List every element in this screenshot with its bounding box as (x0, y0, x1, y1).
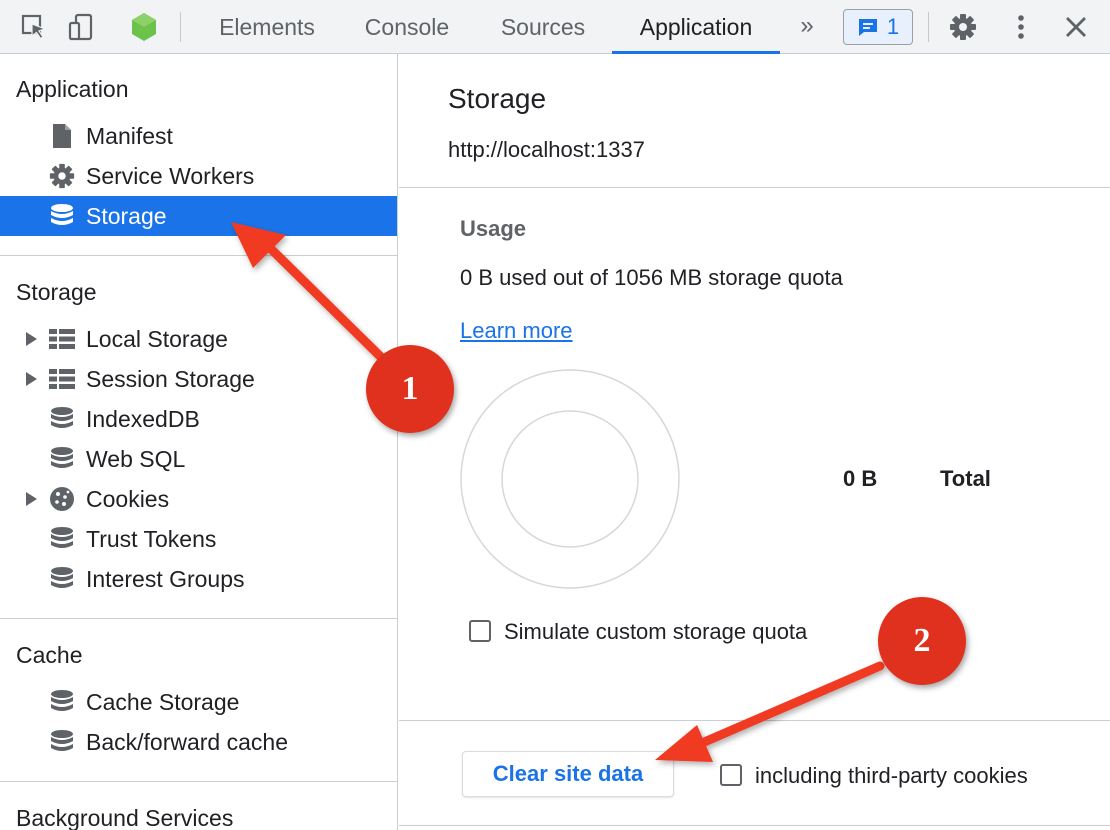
section-divider (0, 781, 397, 782)
section-title-storage: Storage (16, 279, 97, 305)
sidebar-item-back-forward-cache[interactable]: Back/forward cache (0, 722, 397, 762)
node-icon[interactable] (126, 9, 162, 45)
toolbar-separator (928, 12, 929, 42)
toolbar-separator (180, 12, 181, 42)
table-grid-icon (48, 365, 76, 393)
database-icon (48, 202, 76, 230)
database-icon (48, 728, 76, 756)
database-icon (48, 525, 76, 553)
message-icon (858, 19, 877, 36)
sidebar-item-indexeddb[interactable]: IndexedDB (0, 399, 397, 439)
expand-arrow-icon[interactable] (26, 492, 37, 506)
sidebar-item-label: Local Storage (86, 325, 228, 352)
section-title-cache: Cache (16, 642, 83, 668)
third-party-cookies-label[interactable]: including third-party cookies (755, 763, 1028, 789)
sidebar-item-session-storage[interactable]: Session Storage (0, 359, 397, 399)
section-divider (399, 187, 1110, 188)
database-icon (48, 405, 76, 433)
sidebar-item-label: Storage (86, 202, 167, 229)
expand-arrow-icon[interactable] (26, 372, 37, 386)
sidebar-item-web-sql[interactable]: Web SQL (0, 439, 397, 479)
storage-panel: Storage http://localhost:1337 Usage 0 B … (399, 54, 1110, 830)
gear-icon (48, 162, 76, 190)
section-divider (0, 618, 397, 619)
sidebar-item-label: Interest Groups (86, 565, 245, 592)
callout-badge-1: 1 (366, 345, 454, 433)
usage-total-value: 0 B (843, 466, 878, 491)
section-divider (0, 255, 397, 256)
tab-console[interactable]: Console (350, 0, 464, 54)
devtools-toolbar: Elements Console Sources Application » 1 (0, 0, 1110, 54)
inspect-element-icon[interactable] (16, 9, 52, 45)
close-icon[interactable] (1058, 9, 1094, 45)
simulate-quota-label[interactable]: Simulate custom storage quota (504, 619, 807, 645)
section-title-application: Application (16, 76, 129, 102)
database-icon (48, 445, 76, 473)
sidebar-item-label: IndexedDB (86, 405, 200, 432)
database-icon (48, 565, 76, 593)
usage-summary: 0 B used out of 1056 MB storage quota (460, 265, 843, 290)
issues-count: 1 (886, 14, 900, 39)
sidebar-item-label: Trust Tokens (86, 525, 217, 552)
sidebar-item-label: Cookies (86, 485, 170, 512)
section-divider (399, 720, 1110, 721)
settings-gear-icon[interactable] (945, 9, 981, 45)
section-divider (399, 825, 1110, 826)
origin-url: http://localhost:1337 (448, 137, 645, 162)
sidebar-item-interest-groups[interactable]: Interest Groups (0, 559, 397, 599)
usage-heading: Usage (460, 216, 527, 241)
third-party-cookies-checkbox[interactable] (720, 764, 742, 786)
simulate-quota-checkbox[interactable] (469, 620, 491, 642)
application-sidebar: Application Manifest Service Workers Sto… (0, 54, 398, 830)
more-options-icon[interactable] (1003, 9, 1039, 45)
learn-more-link[interactable]: Learn more (460, 318, 573, 344)
expand-arrow-icon[interactable] (26, 332, 37, 346)
sidebar-item-service-workers[interactable]: Service Workers (0, 156, 397, 196)
sidebar-item-label: Web SQL (86, 445, 186, 472)
page-title: Storage (448, 83, 547, 114)
sidebar-item-label: Manifest (86, 122, 173, 149)
document-icon (48, 122, 76, 150)
table-grid-icon (48, 325, 76, 353)
cookie-icon (48, 485, 76, 513)
sidebar-item-manifest[interactable]: Manifest (0, 116, 397, 156)
usage-total-label: Total (940, 466, 991, 491)
sidebar-item-label: Back/forward cache (86, 728, 288, 755)
tab-application[interactable]: Application (612, 0, 780, 54)
usage-pie-chart (460, 369, 680, 589)
callout-badge-2: 2 (878, 597, 966, 685)
sidebar-item-cache-storage[interactable]: Cache Storage (0, 682, 397, 722)
sidebar-item-storage[interactable]: Storage (0, 196, 397, 236)
sidebar-item-label: Session Storage (86, 365, 255, 392)
sidebar-item-label: Cache Storage (86, 688, 240, 715)
more-tabs-button[interactable]: » (792, 0, 822, 54)
device-toolbar-icon[interactable] (63, 9, 99, 45)
sidebar-item-cookies[interactable]: Cookies (0, 479, 397, 519)
sidebar-item-trust-tokens[interactable]: Trust Tokens (0, 519, 397, 559)
tab-sources[interactable]: Sources (486, 0, 600, 54)
sidebar-item-label: Service Workers (86, 162, 255, 189)
section-title-background-services: Background Services (16, 805, 234, 830)
sidebar-item-local-storage[interactable]: Local Storage (0, 319, 397, 359)
database-icon (48, 688, 76, 716)
tab-elements[interactable]: Elements (205, 0, 329, 54)
issues-counter-button[interactable]: 1 (843, 9, 913, 45)
clear-site-data-button[interactable]: Clear site data (462, 751, 674, 797)
